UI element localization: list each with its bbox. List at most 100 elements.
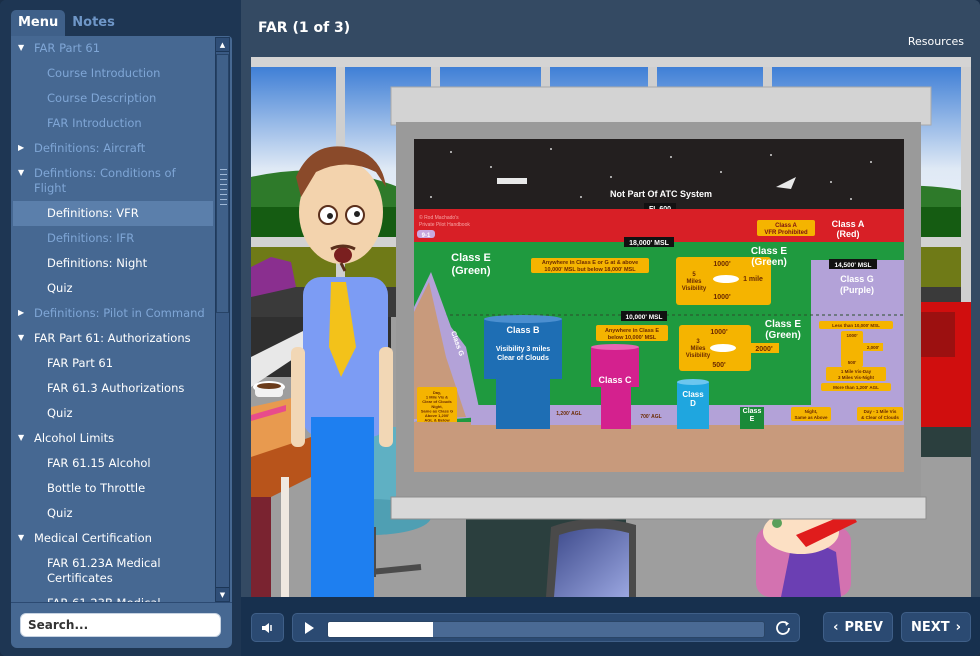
class-b-note: Visibility 3 miles: [496, 346, 550, 353]
menu-section[interactable]: ▶ Definitions: Aircraft: [13, 136, 213, 161]
menu-item[interactable]: Definitions: IFR: [13, 226, 213, 251]
menu-list: ▼ FAR Part 61 Course Introduction Course De…: [13, 36, 213, 602]
player-controls: ‹ PREV NEXT ›: [241, 597, 980, 656]
class-g-note: More than 1,200' AGL: [833, 385, 879, 390]
caret-down-icon[interactable]: ▼: [18, 532, 28, 544]
menu-item-label: Defintions: Conditions of Flight: [34, 166, 176, 195]
slide-scene: Not Part Of ATC System FL 600 © Rod Mach…: [251, 57, 971, 597]
class-e-high-below: 1000': [713, 294, 731, 301]
menu-item[interactable]: Definitions: Night: [13, 251, 213, 276]
cloud-icon: [713, 275, 739, 283]
menu-item-label: FAR Part 61: [34, 41, 101, 55]
menu-item[interactable]: FAR 61.3 Authorizations: [13, 376, 213, 401]
prev-button[interactable]: ‹ PREV: [823, 612, 893, 642]
caret-down-icon[interactable]: ▼: [18, 432, 28, 444]
credit-line: © Rod Machado's: [419, 214, 459, 221]
menu-item[interactable]: FAR Part 61: [13, 351, 213, 376]
tab-menu[interactable]: Menu: [11, 10, 66, 36]
character-woman: [756, 510, 857, 597]
menu-item[interactable]: Quiz: [13, 401, 213, 426]
menu-item[interactable]: FAR 61.23A Medical Certificates: [13, 551, 213, 591]
scroll-thumb[interactable]: [216, 54, 229, 313]
class-d-label: D: [690, 399, 696, 408]
menu-item[interactable]: Bottle to Throttle: [13, 476, 213, 501]
menu-item[interactable]: FAR 61.15 Alcohol: [13, 451, 213, 476]
class-g-note: 500': [848, 360, 857, 365]
menu-item-label: Medical Certification: [34, 531, 152, 545]
menu-item-label: Definitions: Aircraft: [34, 141, 146, 155]
caret-right-icon[interactable]: ▶: [18, 142, 28, 154]
prev-label: PREV: [844, 619, 883, 635]
menu-panel: ▼ FAR Part 61 Course Introduction Course De…: [11, 36, 232, 648]
replay-icon[interactable]: [774, 619, 792, 637]
sidebar-tabs: Menu Notes: [11, 10, 122, 36]
caret-right-icon[interactable]: ▶: [18, 307, 28, 319]
class-g-note: Less than 10,000' MSL: [832, 323, 880, 328]
class-e-label: (Green): [765, 330, 801, 341]
menu-item[interactable]: Course Introduction: [13, 61, 213, 86]
speaker-icon: [261, 622, 272, 633]
chart-top-label: Not Part Of ATC System: [610, 189, 712, 199]
class-e-low-vis: Visibility: [686, 353, 711, 359]
menu-scrollbar[interactable]: ▲ ▼: [215, 37, 230, 602]
menu-item-label: FAR 61.3 Authorizations: [47, 381, 185, 395]
menu-item[interactable]: Course Description: [13, 86, 213, 111]
class-g-note: 1000': [846, 333, 857, 338]
class-g-note: 3 Miles Vis-Night: [838, 375, 874, 380]
cloud-icon: [710, 344, 736, 352]
course-player-window: Menu Notes ▼ FAR Part 61 Course Introducti…: [0, 0, 980, 656]
menu-item-label: FAR Introduction: [47, 116, 142, 130]
class-e-label: Class E: [751, 246, 787, 257]
menu-section[interactable]: ▼ FAR Part 61: Authorizations: [13, 326, 213, 351]
scroll-up-button[interactable]: ▲: [216, 38, 229, 52]
play-icon[interactable]: [301, 620, 317, 636]
class-g-note: Same as Above: [794, 415, 828, 420]
menu-item[interactable]: FAR 61.23B Medical Certificates: [13, 591, 213, 602]
class-e-low-note: Anywhere in Class E: [605, 328, 659, 334]
menu-item-label: Definitions: Night: [47, 256, 148, 270]
menu-item-label: Alcohol Limits: [34, 431, 115, 445]
menu-item[interactable]: Quiz: [13, 501, 213, 526]
airspace-chart: Not Part Of ATC System FL 600 © Rod Mach…: [414, 139, 904, 472]
menu-section[interactable]: ▼ Alcohol Limits: [13, 426, 213, 451]
class-e-label: (Green): [751, 257, 787, 268]
resources-link[interactable]: Resources: [908, 35, 964, 48]
class-g-note: Day - 1 Mile Vis: [864, 409, 897, 414]
caret-down-icon[interactable]: ▼: [18, 332, 28, 344]
class-e-high-note: Anywhere in Class E or G at & above: [542, 260, 638, 266]
tab-notes[interactable]: Notes: [65, 10, 122, 36]
caret-down-icon[interactable]: ▼: [18, 167, 28, 179]
menu-item[interactable]: FAR Introduction: [13, 111, 213, 136]
class-g-label: Class G: [840, 274, 874, 284]
class-e-label: Class E: [451, 252, 491, 264]
main-content: FAR (1 of 3) Resources Not Part Of ATC S…: [241, 0, 980, 656]
class-g-note: Night,: [805, 409, 818, 414]
sidebar: Menu Notes ▼ FAR Part 61 Course Introducti…: [0, 0, 241, 656]
menu-item-label: Quiz: [47, 281, 73, 295]
menu-item-label: Quiz: [47, 406, 73, 420]
class-e-high-side: 1 mile: [743, 276, 763, 283]
seek-bar[interactable]: [327, 621, 765, 638]
class-a-note: VFR Prohibited: [764, 230, 808, 236]
caret-down-icon[interactable]: ▼: [18, 42, 28, 54]
class-e-high-note: 10,000' MSL but below 18,000' MSL: [544, 267, 636, 273]
menu-item[interactable]: Quiz: [13, 276, 213, 301]
volume-button[interactable]: [251, 613, 284, 642]
class-d-label: Class: [682, 390, 704, 399]
menu-section[interactable]: ▼ FAR Part 61: [13, 36, 213, 61]
menu-section[interactable]: ▼ Defintions: Conditions of Flight: [13, 161, 213, 201]
scroll-down-button[interactable]: ▼: [216, 587, 229, 601]
menu-section[interactable]: ▼ Medical Certification: [13, 526, 213, 551]
computer-monitor: [546, 518, 636, 597]
class-e-high-above: 1000': [713, 261, 731, 268]
grip-icon: [220, 169, 227, 207]
class-a-note: Class A: [775, 223, 797, 229]
menu-item[interactable]: Definitions: VFR: [13, 201, 213, 226]
class-e-small-label: Class: [743, 408, 762, 415]
menu-item-label: FAR Part 61: Authorizations: [34, 331, 191, 345]
next-button[interactable]: NEXT ›: [901, 612, 971, 642]
msl-18000-label: 18,000' MSL: [629, 240, 670, 247]
search-input[interactable]: [20, 613, 221, 637]
menu-section[interactable]: ▶ Definitions: Pilot in Command: [13, 301, 213, 326]
figure-number: 9-1: [422, 233, 431, 239]
